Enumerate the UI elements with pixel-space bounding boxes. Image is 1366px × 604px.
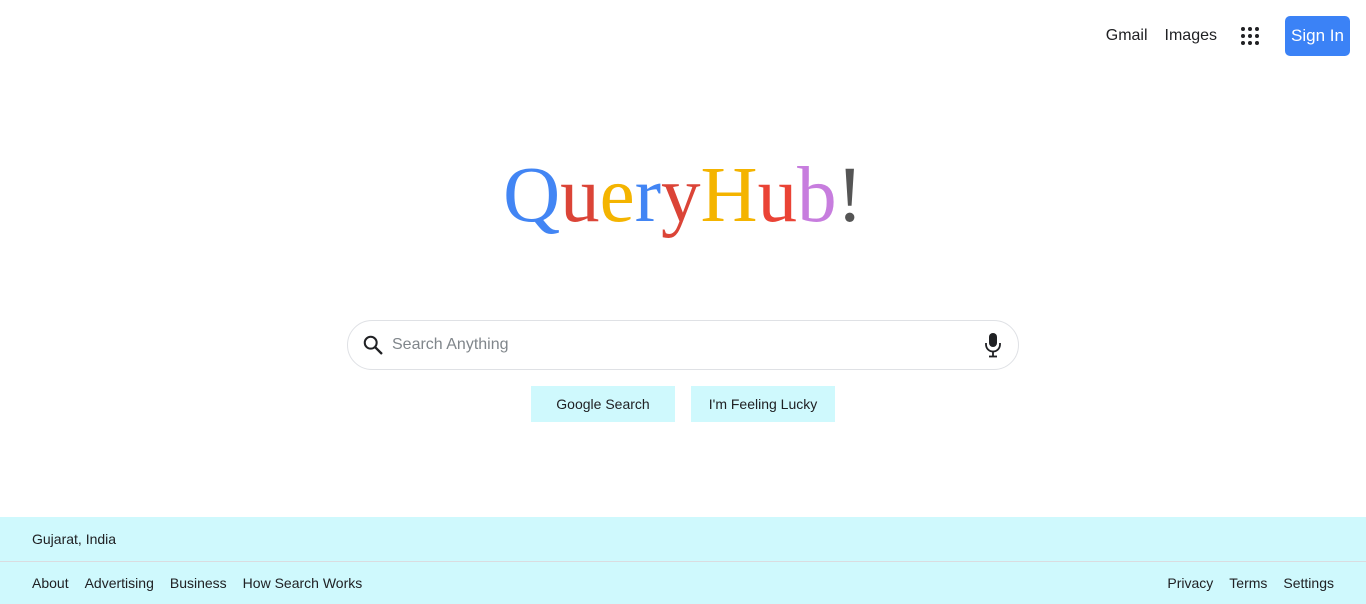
header-nav: Gmail Images Sign In bbox=[1106, 16, 1350, 56]
footer-link-privacy[interactable]: Privacy bbox=[1167, 575, 1213, 591]
footer-right-links: Privacy Terms Settings bbox=[1167, 575, 1334, 591]
apps-grid-icon[interactable] bbox=[1234, 20, 1266, 52]
search-icon[interactable] bbox=[362, 334, 384, 356]
images-link[interactable]: Images bbox=[1165, 16, 1217, 56]
footer-link-business[interactable]: Business bbox=[170, 575, 227, 591]
logo-letter: H bbox=[700, 152, 758, 239]
logo-letter: y bbox=[661, 152, 701, 239]
microphone-icon[interactable] bbox=[982, 332, 1004, 358]
logo: QueryHub! bbox=[0, 146, 1366, 246]
logo-letter: u bbox=[757, 152, 798, 239]
gmail-link[interactable]: Gmail bbox=[1106, 16, 1148, 56]
google-search-button[interactable]: Google Search bbox=[531, 386, 675, 422]
logo-letter: ! bbox=[836, 152, 863, 239]
footer-link-about[interactable]: About bbox=[32, 575, 69, 591]
footer-link-terms[interactable]: Terms bbox=[1229, 575, 1267, 591]
logo-letter: e bbox=[599, 152, 635, 239]
sign-in-button[interactable]: Sign In bbox=[1285, 16, 1350, 56]
footer: Gujarat, India About Advertising Busines… bbox=[0, 517, 1366, 604]
logo-letter: Q bbox=[503, 152, 561, 239]
logo-letter: u bbox=[560, 152, 600, 239]
footer-link-how-search-works[interactable]: How Search Works bbox=[243, 575, 363, 591]
logo-letter: b bbox=[797, 152, 837, 239]
footer-left-links: About Advertising Business How Search Wo… bbox=[32, 575, 362, 591]
search-box[interactable] bbox=[347, 320, 1019, 370]
search-buttons: Google Search I'm Feeling Lucky bbox=[0, 386, 1366, 422]
search-input[interactable] bbox=[392, 325, 982, 365]
page: Gmail Images Sign In QueryHub! Google Se… bbox=[0, 0, 1366, 604]
footer-link-advertising[interactable]: Advertising bbox=[85, 575, 154, 591]
footer-link-settings[interactable]: Settings bbox=[1283, 575, 1334, 591]
footer-location: Gujarat, India bbox=[0, 517, 1366, 562]
footer-links: About Advertising Business How Search Wo… bbox=[0, 562, 1366, 604]
feeling-lucky-button[interactable]: I'm Feeling Lucky bbox=[691, 386, 835, 422]
logo-letter: r bbox=[634, 152, 662, 239]
